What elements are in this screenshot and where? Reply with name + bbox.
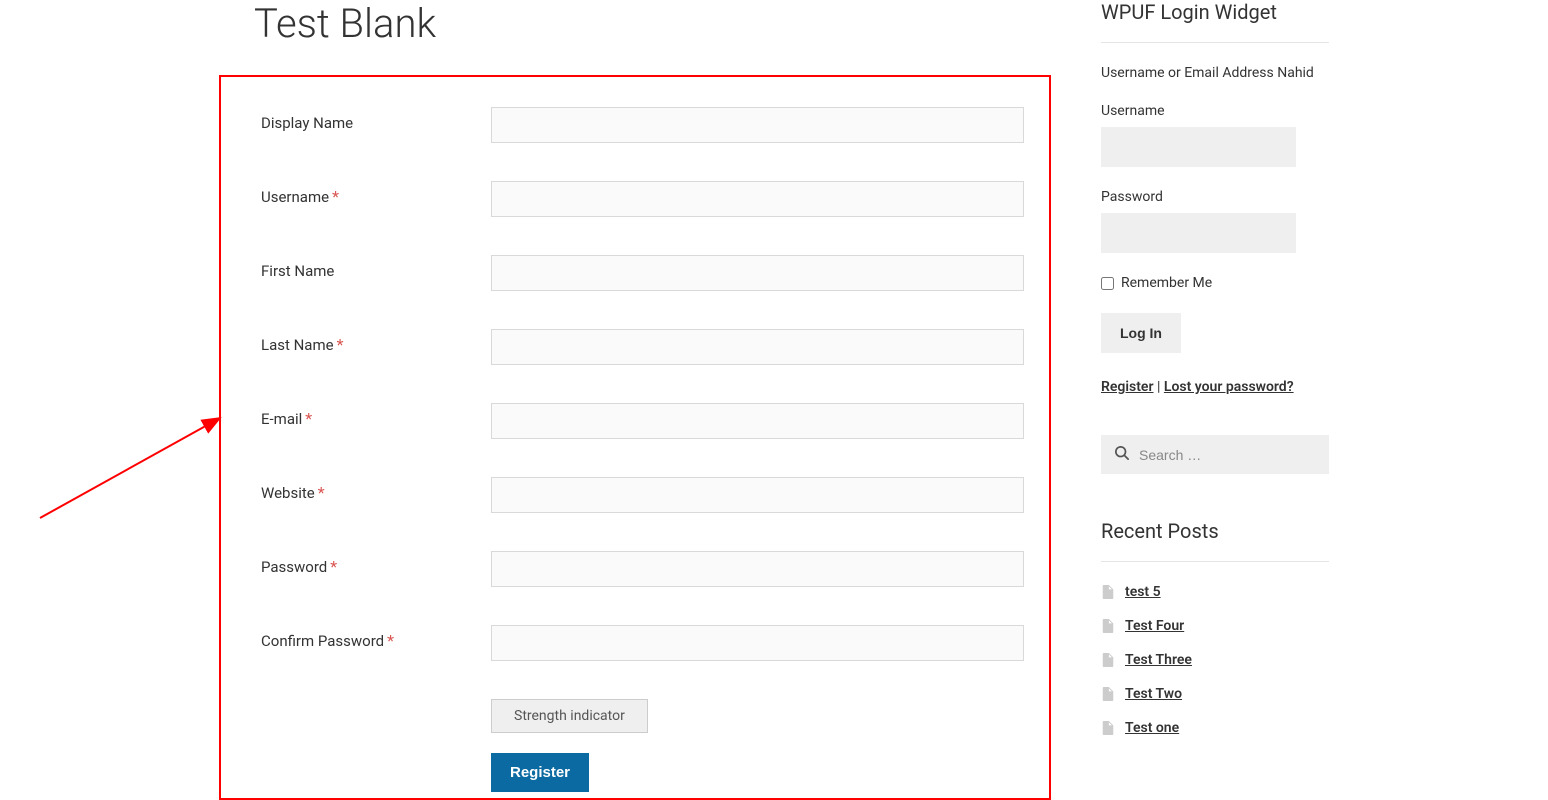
document-icon: [1101, 721, 1115, 735]
search-input[interactable]: [1139, 447, 1320, 463]
recent-posts-list: test 5 Test Four Test Three Test Two Tes…: [1101, 584, 1329, 736]
first-name-label: First Name: [261, 262, 334, 280]
required-mark: *: [337, 335, 344, 354]
recent-post-link[interactable]: Test Two: [1125, 686, 1182, 702]
search-icon: [1115, 445, 1139, 464]
list-item: test 5: [1101, 584, 1329, 600]
username-label: Username: [261, 188, 329, 206]
login-password-label: Password: [1101, 189, 1329, 205]
required-mark: *: [330, 557, 337, 576]
login-password-input[interactable]: [1101, 213, 1296, 253]
required-mark: *: [387, 631, 394, 650]
annotation-arrow: [30, 400, 230, 520]
page-title: Test Blank: [219, 0, 1051, 47]
lost-password-link[interactable]: Lost your password?: [1164, 379, 1294, 395]
register-button[interactable]: Register: [491, 753, 589, 792]
display-name-label: Display Name: [261, 114, 353, 132]
document-icon: [1101, 585, 1115, 599]
login-username-input[interactable]: [1101, 127, 1296, 167]
confirm-password-label: Confirm Password: [261, 632, 384, 650]
register-link[interactable]: Register: [1101, 379, 1154, 395]
document-icon: [1101, 653, 1115, 667]
last-name-label: Last Name: [261, 336, 334, 354]
list-item: Test one: [1101, 720, 1329, 736]
email-input[interactable]: [491, 403, 1024, 439]
document-icon: [1101, 687, 1115, 701]
search-box[interactable]: [1101, 435, 1329, 474]
remember-me-label: Remember Me: [1121, 275, 1212, 291]
email-label: E-mail: [261, 410, 302, 428]
required-mark: *: [305, 409, 312, 428]
list-item: Test Two: [1101, 686, 1329, 702]
website-input[interactable]: [491, 477, 1024, 513]
website-label: Website: [261, 484, 315, 502]
required-mark: *: [318, 483, 325, 502]
link-separator: |: [1154, 379, 1164, 395]
login-widget-intro: Username or Email Address Nahid: [1101, 65, 1329, 81]
recent-post-link[interactable]: Test Four: [1125, 618, 1184, 634]
login-username-label: Username: [1101, 103, 1329, 119]
login-widget-title: WPUF Login Widget: [1101, 0, 1329, 43]
first-name-input[interactable]: [491, 255, 1024, 291]
recent-post-link[interactable]: Test one: [1125, 720, 1179, 736]
last-name-input[interactable]: [491, 329, 1024, 365]
remember-me-checkbox[interactable]: [1101, 277, 1114, 290]
recent-post-link[interactable]: test 5: [1125, 584, 1161, 600]
display-name-input[interactable]: [491, 107, 1024, 143]
required-mark: *: [332, 187, 339, 206]
recent-posts-title: Recent Posts: [1101, 519, 1329, 562]
login-button[interactable]: Log In: [1101, 313, 1181, 353]
confirm-password-input[interactable]: [491, 625, 1024, 661]
document-icon: [1101, 619, 1115, 633]
password-input[interactable]: [491, 551, 1024, 587]
registration-form: Display Name Username* First Name: [219, 75, 1051, 800]
list-item: Test Four: [1101, 618, 1329, 634]
list-item: Test Three: [1101, 652, 1329, 668]
strength-indicator: Strength indicator: [491, 699, 648, 733]
password-label: Password: [261, 558, 327, 576]
recent-post-link[interactable]: Test Three: [1125, 652, 1192, 668]
username-input[interactable]: [491, 181, 1024, 217]
